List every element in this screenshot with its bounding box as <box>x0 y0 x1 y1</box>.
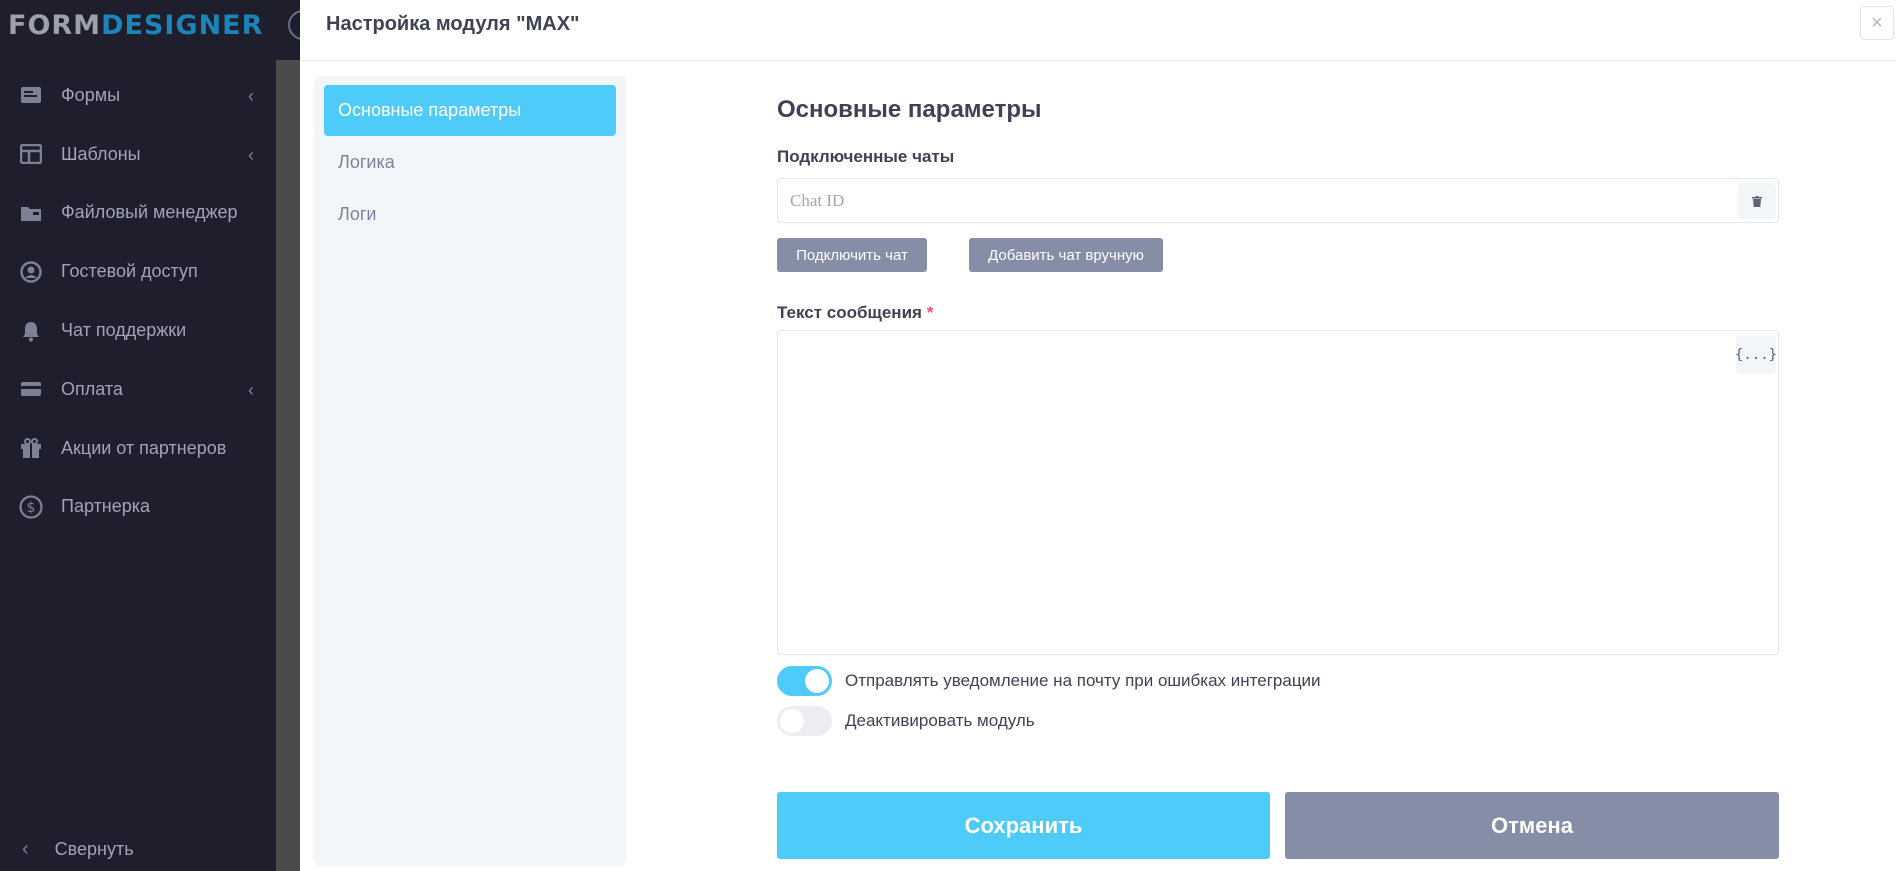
chevron-left-icon: ‹ <box>248 144 254 165</box>
chat-id-row <box>777 178 1779 223</box>
email-notify-label: Отправлять уведомление на почту при ошиб… <box>845 671 1321 690</box>
sidebar-collapse-button[interactable]: ‹ Свернуть <box>0 827 276 871</box>
gift-icon <box>19 436 43 460</box>
sidebar-item-guest-access[interactable]: Гостевой доступ <box>0 242 276 301</box>
settings-tabs: Основные параметры Логика Логи <box>314 76 626 866</box>
save-button[interactable]: Сохранить <box>777 792 1270 859</box>
tab-logs[interactable]: Логи <box>324 188 616 240</box>
module-settings-modal: Настройка модуля "MAX" × Основные параме… <box>300 0 1896 871</box>
close-button[interactable]: × <box>1860 6 1894 40</box>
deactivate-module-label: Деактивировать модуль <box>845 711 1035 730</box>
credit-card-icon <box>19 377 43 401</box>
email-notify-toggle[interactable] <box>777 666 832 696</box>
insert-variable-button[interactable]: {...} <box>1734 336 1778 374</box>
chevron-left-icon: ‹ <box>248 86 254 106</box>
chevron-left-icon: ‹ <box>248 379 254 400</box>
sidebar-item-payment[interactable]: Оплата ‹ <box>0 360 276 419</box>
sidebar-item-templates[interactable]: Шаблоны ‹ <box>0 125 276 184</box>
bell-icon <box>19 319 43 343</box>
connected-chats-label: Подключенные чаты <box>777 147 955 166</box>
page-backdrop <box>276 60 300 871</box>
sidebar-item-forms[interactable]: Формы ‹ <box>0 66 276 125</box>
sidebar-nav: Формы ‹ Шаблоны ‹ Файловый менеджер Гост… <box>0 66 276 536</box>
app-sidebar: FORMDESIGNER Формы ‹ Шаблоны ‹ Файловый … <box>0 0 276 871</box>
toggle-row-email-notify: Отправлять уведомление на почту при ошиб… <box>777 666 1321 696</box>
app-logo[interactable]: FORMDESIGNER <box>8 10 263 41</box>
sidebar-item-affiliate[interactable]: $ Партнерка <box>0 478 276 537</box>
delete-chat-button[interactable] <box>1738 183 1776 219</box>
forms-icon <box>19 83 43 107</box>
folder-icon <box>19 201 43 225</box>
trash-icon <box>1752 195 1762 207</box>
svg-text:$: $ <box>27 500 36 516</box>
dollar-icon: $ <box>19 495 43 519</box>
message-text-label: Текст сообщения * <box>777 303 934 322</box>
modal-title: Настройка модуля "MAX" <box>326 13 580 35</box>
cancel-button[interactable]: Отмена <box>1285 792 1779 859</box>
connect-chat-button[interactable]: Подключить чат <box>777 238 927 272</box>
chevron-left-icon: ‹ <box>22 837 29 860</box>
required-mark: * <box>926 303 934 322</box>
sidebar-item-file-manager[interactable]: Файловый менеджер <box>0 184 276 243</box>
sidebar-item-support-chat[interactable]: Чат поддержки <box>0 301 276 360</box>
templates-icon <box>19 142 43 166</box>
tab-logic[interactable]: Логика <box>324 136 616 188</box>
modal-header: Настройка модуля "MAX" × <box>300 0 1896 61</box>
message-text-content <box>778 331 1778 355</box>
toggle-row-deactivate: Деактивировать модуль <box>777 706 1035 736</box>
chat-id-input[interactable] <box>778 179 1728 222</box>
sidebar-item-partner-promos[interactable]: Акции от партнеров <box>0 419 276 478</box>
deactivate-module-toggle[interactable] <box>777 706 832 736</box>
user-icon <box>19 260 43 284</box>
message-text-editor[interactable]: {...} <box>777 330 1779 655</box>
section-title: Основные параметры <box>777 96 1042 123</box>
tab-main-params[interactable]: Основные параметры <box>324 85 616 136</box>
braces-icon: {...} <box>1734 347 1778 363</box>
add-chat-manually-button[interactable]: Добавить чат вручную <box>969 238 1163 272</box>
close-icon: × <box>1871 11 1883 34</box>
